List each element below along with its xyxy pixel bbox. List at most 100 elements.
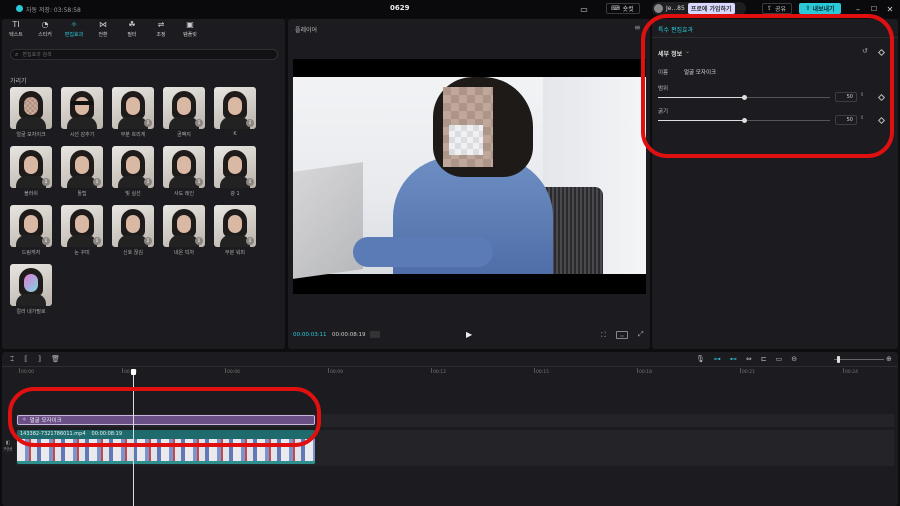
- download-icon[interactable]: ⇩: [246, 237, 254, 245]
- effect-item[interactable]: 얼굴 모자이크: [10, 87, 52, 138]
- effect-item[interactable]: ⇩ 부분 흐리게: [112, 87, 154, 138]
- download-icon[interactable]: ⇩: [42, 237, 50, 245]
- zoom-out-icon[interactable]: ⊖: [791, 355, 797, 363]
- microphone-icon[interactable]: 🎙: [696, 355, 705, 363]
- tool-icon: ✧: [70, 20, 78, 29]
- shortcut-button[interactable]: ⌨ 숏컷: [606, 3, 640, 14]
- zoom-slider-knob[interactable]: [837, 356, 840, 363]
- split-screen-icon[interactable]: ⊏: [761, 355, 767, 363]
- download-icon[interactable]: ⇩: [93, 178, 101, 186]
- project-name: 0629: [390, 4, 410, 12]
- close-icon[interactable]: ✕: [884, 3, 896, 15]
- ruler-tick: [740, 368, 741, 373]
- effect-item[interactable]: 컬러 네가필로: [10, 264, 52, 315]
- delete-icon[interactable]: 🗑: [51, 355, 60, 364]
- person-arm: [353, 237, 493, 267]
- effects-search[interactable]: ⌕ 편집효과 검색: [10, 49, 278, 60]
- tool-tab-0[interactable]: TI 텍스트: [2, 19, 30, 39]
- download-icon[interactable]: ⇩: [93, 237, 101, 245]
- split-icon[interactable]: ⌶: [10, 355, 14, 364]
- effect-label: 신호 끊김: [123, 250, 143, 256]
- video-frame: [293, 77, 646, 279]
- tool-label: 편집효과: [64, 32, 84, 38]
- playhead-handle[interactable]: [131, 369, 136, 375]
- ruler-tick: [431, 368, 432, 373]
- tool-tab-5[interactable]: ⇌ 조정: [147, 19, 175, 39]
- effect-item[interactable]: ⇩ 네온 빅처: [163, 205, 205, 256]
- effect-item[interactable]: ⇩ 부분 워피: [214, 205, 256, 256]
- cover-label[interactable]: ◧ 커버: [2, 440, 14, 453]
- pro-signup-button[interactable]: 프로에 가입하기: [687, 3, 735, 14]
- download-icon[interactable]: ⇩: [144, 119, 152, 127]
- effect-thumbnail: ⇩: [61, 205, 103, 247]
- ratio-icon[interactable]: ▭: [616, 331, 628, 339]
- effect-label: 컬러 네가필로: [16, 309, 46, 315]
- ruler-tick: [225, 368, 226, 373]
- ruler-label: 00:15: [536, 370, 549, 375]
- effect-label: 시선 감추기: [69, 132, 95, 138]
- zoom-in-icon[interactable]: ⊕: [886, 355, 892, 363]
- effect-label: K: [233, 131, 237, 137]
- tool-icon: ◔: [41, 20, 49, 29]
- effect-thumbnail: ⇩: [163, 205, 205, 247]
- download-icon[interactable]: ⇩: [246, 119, 254, 127]
- play-icon[interactable]: ▶: [466, 330, 472, 339]
- tool-label: 전환: [98, 32, 108, 38]
- tool-tab-6[interactable]: ▣ 템플릿: [176, 19, 204, 39]
- effect-item[interactable]: ⇩ 드림캐처: [10, 205, 52, 256]
- effect-item[interactable]: ⇩ 톨팁: [61, 146, 103, 197]
- highlight-circle-inspector: [641, 14, 894, 158]
- effect-item[interactable]: ⇩ 신호 끊김: [112, 205, 154, 256]
- effect-label: 블러쉬: [24, 191, 38, 197]
- snap-icon[interactable]: ⇔: [746, 355, 752, 363]
- tool-tab-1[interactable]: ◔ 스티커: [31, 19, 59, 39]
- effect-item[interactable]: ⇩ K: [214, 87, 256, 137]
- effect-thumbnail: [10, 87, 52, 129]
- share-button[interactable]: ⇪ 공유: [762, 3, 792, 14]
- effect-thumbnail: ⇩: [214, 146, 256, 188]
- preview-icon[interactable]: ▭: [776, 355, 783, 363]
- effect-item[interactable]: ⇩ 곰팩지: [163, 87, 205, 138]
- zoom-slider[interactable]: [834, 359, 884, 360]
- tool-tab-3[interactable]: ⋈ 전환: [89, 19, 117, 39]
- export-icon: ⇧: [805, 5, 811, 12]
- effect-item[interactable]: ⇩ 빛 실선: [112, 146, 154, 197]
- trim-right-icon[interactable]: ⟧: [38, 355, 41, 364]
- effect-thumbnail: ⇩: [10, 146, 52, 188]
- tool-icon: TI: [12, 20, 20, 29]
- effect-label: 빛 실선: [125, 191, 141, 197]
- download-icon[interactable]: ⇩: [195, 178, 203, 186]
- time-ruler[interactable]: 00:0000:0300:0600:0900:1200:1500:1800:21…: [2, 368, 898, 380]
- search-input[interactable]: 편집효과 검색: [22, 51, 51, 58]
- download-icon[interactable]: ⇩: [195, 119, 203, 127]
- fit-screen-icon[interactable]: ⛶: [601, 331, 606, 340]
- effect-item[interactable]: ⇩ 블러쉬: [10, 146, 52, 197]
- effect-item[interactable]: ⇩ 사도 레인: [163, 146, 205, 197]
- tool-tab-2[interactable]: ✧ 편집효과: [60, 19, 88, 39]
- effect-item[interactable]: 시선 감추기: [61, 87, 103, 138]
- trim-left-icon[interactable]: ⟦: [24, 355, 27, 364]
- effect-item[interactable]: ⇩ 눈 꾸미: [61, 205, 103, 256]
- layout-icon[interactable]: ▭: [574, 3, 594, 15]
- download-icon[interactable]: ⇩: [144, 237, 152, 245]
- magnet-icon[interactable]: ⊷: [730, 355, 737, 363]
- fullscreen-icon[interactable]: ⤢: [638, 330, 644, 339]
- video-preview[interactable]: [293, 59, 646, 294]
- effect-item[interactable]: ⇩ 광 1: [214, 146, 256, 197]
- player-panel: 플레이어 ≡ 00:00:03:11 00:00:08:19 ▶ ⛶ ▭ ⤢: [288, 19, 650, 349]
- download-icon[interactable]: ⇩: [195, 237, 203, 245]
- download-icon[interactable]: ⇩: [42, 178, 50, 186]
- export-button[interactable]: ⇧ 내보내기: [799, 3, 841, 14]
- timecode-toggle[interactable]: [370, 331, 380, 338]
- download-icon[interactable]: ⇩: [144, 178, 152, 186]
- tool-tab-4[interactable]: ☘ 필터: [118, 19, 146, 39]
- timeline-tools: ⌶ ⟦ ⟧ 🗑: [10, 355, 60, 364]
- ruler-label: 00:18: [639, 370, 652, 375]
- effect-label: 네온 빅처: [174, 250, 194, 256]
- effect-label: 드림캐처: [21, 250, 41, 256]
- link-icon[interactable]: ⊶: [714, 355, 721, 363]
- player-menu-icon[interactable]: ≡: [634, 23, 641, 32]
- download-icon[interactable]: ⇩: [246, 178, 254, 186]
- tool-label: 조정: [156, 32, 166, 38]
- tool-label: 템플릿: [183, 32, 197, 38]
